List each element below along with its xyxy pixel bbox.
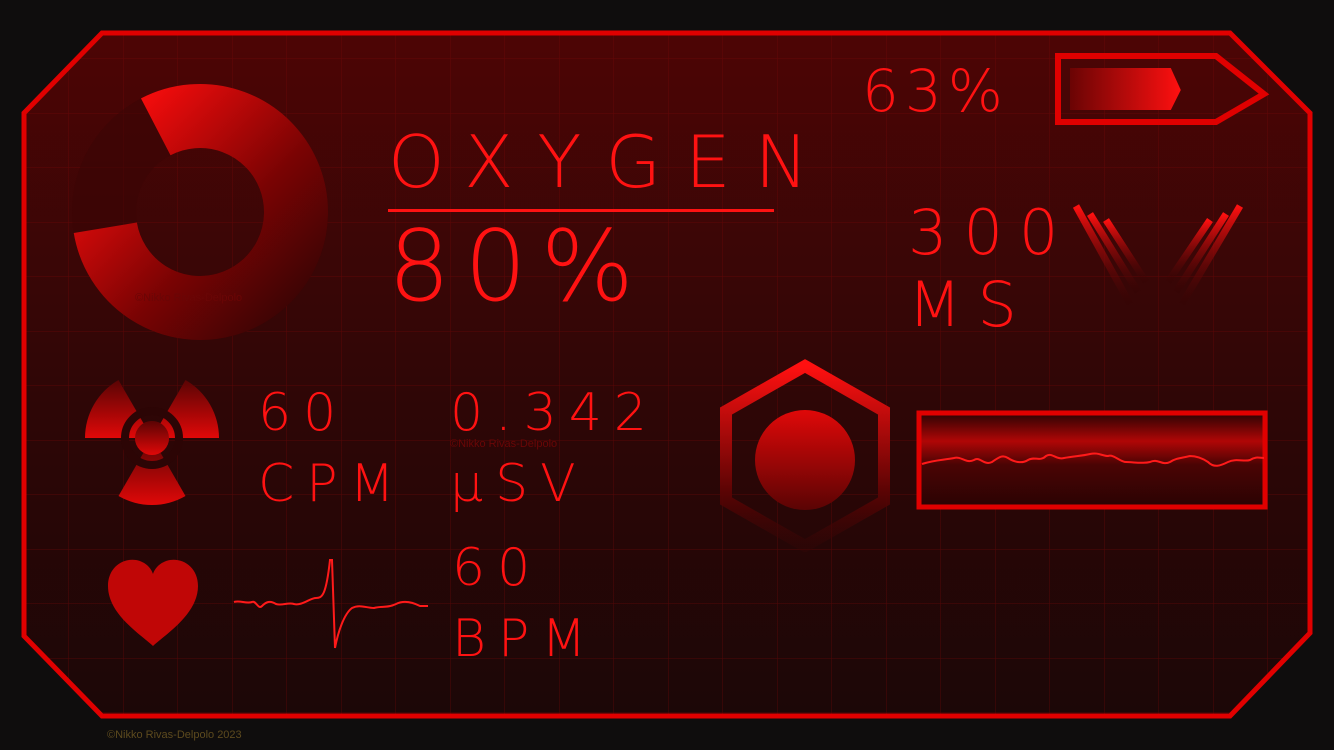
radiation-dose-unit: μSV [450,454,588,514]
footer-credit: ©Nikko Rivas-Delpolo 2023 [107,729,242,741]
radiation-cpm-value: 60 [258,383,349,443]
waveform-monitor [916,410,1268,510]
oxygen-gauge [72,84,328,340]
heart-rate-unit: BPM [452,609,599,669]
radiation-cpm-unit: CPM [258,454,407,514]
heart-rate-value: 60 [452,538,543,598]
battery-percentage: 63% [862,57,1009,125]
oxygen-value: 80% [388,210,648,324]
battery-icon [1055,53,1270,125]
latency-value: 300 [908,196,1075,269]
heart-icon [108,559,198,646]
latency-unit: MS [908,268,1033,341]
signal-icon [1072,204,1244,346]
radiation-icon [85,380,219,505]
oxygen-label: OXYGEN [388,120,833,204]
watermark: ©Nikko Rivas-Delpolo [450,438,558,450]
radiation-dose-value: 0.342 [450,383,659,443]
hexagon-indicator-icon [720,359,890,552]
watermark: ©Nikko Rivas-Delpolo [135,292,243,304]
ecg-trace [233,559,428,649]
